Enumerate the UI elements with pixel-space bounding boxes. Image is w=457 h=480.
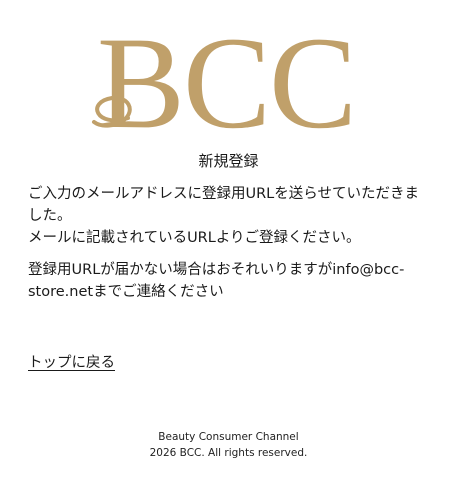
back-to-top-link[interactable]: トップに戻る bbox=[28, 352, 115, 374]
footer-copyright: 2026 BCC. All rights reserved. bbox=[149, 447, 308, 459]
bcc-logo-graphic: BCC bbox=[92, 9, 357, 134]
footer: Beauty Consumer Channel 2026 BCC. All ri… bbox=[0, 429, 457, 461]
bcc-logo[interactable]: BCC bbox=[0, 6, 457, 134]
confirmation-message-line-2: メールに記載されているURLよりご登録ください。 bbox=[28, 230, 361, 246]
contact-message: 登録用URLが届かない場合はおそれいりますがinfo@bcc-store.net… bbox=[28, 262, 405, 300]
confirmation-message-line-1: ご入力のメールアドレスに登録用URLを送らせていただきました。 bbox=[28, 186, 419, 224]
logo-text: BCC bbox=[97, 9, 355, 134]
footer-company: Beauty Consumer Channel bbox=[158, 431, 299, 443]
confirmation-message: ご入力のメールアドレスに登録用URLを送らせていただきました。 メールに記載され… bbox=[28, 183, 432, 249]
page-title: 新規登録 bbox=[198, 152, 259, 170]
